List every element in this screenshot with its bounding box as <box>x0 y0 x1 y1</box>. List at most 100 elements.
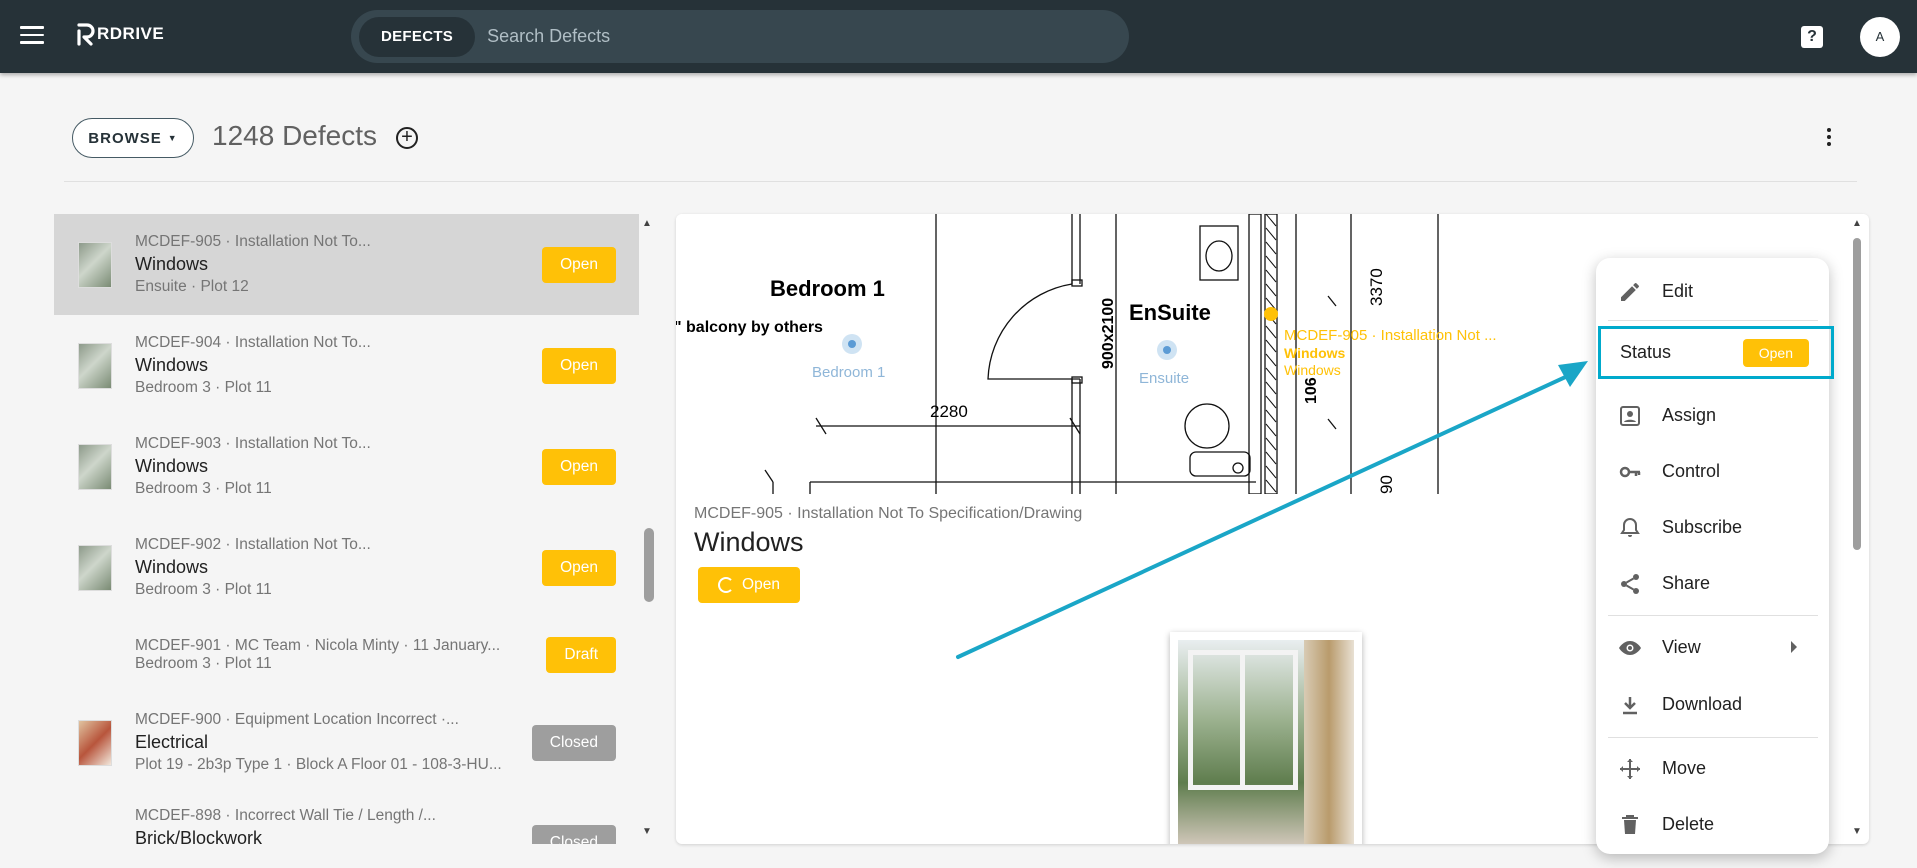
defect-thumbnail <box>78 719 112 766</box>
menu-label: View <box>1662 636 1701 657</box>
defect-pin-icon[interactable] <box>1264 307 1278 321</box>
download-icon <box>1623 697 1637 715</box>
plan-dimension: 2280 <box>930 402 968 421</box>
defect-count: 1248 Defects <box>212 120 377 151</box>
defect-location: Bedroom 3 · Plot 11 <box>135 655 272 672</box>
detail-status-button[interactable]: Open <box>698 567 800 603</box>
plan-dimension: 90 <box>1377 475 1396 494</box>
menu-item-move[interactable]: Move <box>1596 745 1829 791</box>
defect-ref: MCDEF-901 · MC Team · Nicola Minty · 11 … <box>135 637 501 654</box>
list-item[interactable]: MCDEF-904 · Installation Not To... Windo… <box>54 315 639 416</box>
defect-title: Electrical <box>135 732 209 752</box>
detail-title: Windows <box>694 527 804 557</box>
menu-divider <box>1608 737 1818 738</box>
avatar[interactable]: A <box>1860 17 1900 57</box>
defect-ref: MCDEF-902 · Installation Not To... <box>135 536 371 553</box>
menu-label: Move <box>1662 757 1707 778</box>
menu-divider <box>1608 320 1818 321</box>
defect-title: Windows <box>135 355 209 375</box>
list-item[interactable]: MCDEF-898 · Incorrect Wall Tie / Length … <box>54 793 639 844</box>
list-item[interactable]: MCDEF-903 · Installation Not To... Windo… <box>54 416 639 517</box>
menu-icon[interactable] <box>20 26 44 46</box>
menu-label: Assign <box>1662 404 1717 425</box>
list-scroll-down-icon[interactable]: ▼ <box>642 826 652 837</box>
browse-button[interactable]: BROWSE ▼ <box>72 118 194 158</box>
eye-icon <box>1619 641 1641 655</box>
defect-title: Brick/Blockwork <box>135 828 263 844</box>
defect-thumbnail <box>78 241 112 288</box>
menu-item-control[interactable]: Control <box>1596 448 1829 494</box>
menu-item-view[interactable]: View <box>1596 624 1829 670</box>
logo-text: RDRIVE <box>97 24 165 43</box>
detail-scroll-down-icon[interactable]: ▼ <box>1852 826 1862 837</box>
status-badge[interactable]: Open <box>1742 339 1809 367</box>
list-item[interactable]: MCDEF-902 · Installation Not To... Windo… <box>54 517 639 618</box>
more-options-icon[interactable] <box>1826 128 1832 148</box>
status-badge[interactable]: Open <box>542 448 616 485</box>
search-scope-chip[interactable]: DEFECTS <box>359 16 476 57</box>
menu-label: Status <box>1620 342 1672 362</box>
defect-photo[interactable] <box>1170 632 1362 844</box>
defect-location: Bedroom 3 · Plot 11 <box>135 379 272 396</box>
defect-thumbnail <box>78 544 112 591</box>
plan-dimension: 3370 <box>1367 268 1386 306</box>
status-badge[interactable]: Open <box>542 347 616 384</box>
status-badge[interactable]: Draft <box>546 637 616 673</box>
defect-pin-ref: MCDEF-905 · Installation Not ... <box>1284 327 1497 344</box>
status-badge[interactable]: Open <box>542 246 616 283</box>
toolbar-divider <box>64 181 1857 182</box>
app-logo[interactable]: RDRIVE <box>76 22 164 46</box>
detail-scrollbar[interactable] <box>1853 238 1861 550</box>
caret-down-icon: ▼ <box>167 133 178 143</box>
detail-ref: MCDEF-905 · Installation Not To Specific… <box>694 505 1083 522</box>
menu-item-download[interactable]: Download <box>1596 681 1829 727</box>
defect-title: Windows <box>135 456 209 476</box>
menu-item-assign[interactable]: Assign <box>1596 392 1829 438</box>
trash-icon <box>1622 815 1638 834</box>
defect-location: Bedroom 3 · Plot 11 <box>135 581 272 598</box>
key-icon <box>1619 466 1641 478</box>
defect-pin-sub: Windows <box>1284 362 1341 378</box>
defect-pin-title: Windows <box>1284 345 1346 361</box>
plan-room-label: Bedroom 1 <box>770 276 885 301</box>
menu-label: Edit <box>1662 280 1694 301</box>
help-icon[interactable]: ? <box>1801 26 1823 48</box>
defect-thumbnail <box>78 342 112 389</box>
list-item[interactable]: MCDEF-901 · MC Team · Nicola Minty · 11 … <box>54 618 639 692</box>
menu-label: Download <box>1662 693 1743 714</box>
menu-item-share[interactable]: Share <box>1596 560 1829 606</box>
status-badge[interactable]: Open <box>542 549 616 586</box>
menu-label: Share <box>1662 572 1711 593</box>
status-open-icon <box>718 577 735 593</box>
list-item[interactable]: MCDEF-905 · Installation Not To... Windo… <box>54 214 639 315</box>
status-badge[interactable]: Closed <box>531 825 616 844</box>
defect-thumbnail <box>78 443 112 490</box>
list-scrollbar[interactable] <box>644 528 654 602</box>
plan-dimension: 900x2100 <box>1100 298 1117 369</box>
share-icon <box>1621 574 1639 594</box>
detail-scroll-up-icon[interactable]: ▲ <box>1852 218 1862 229</box>
plan-dimension: 106 <box>1303 377 1320 404</box>
menu-item-delete[interactable]: Delete <box>1596 801 1829 847</box>
menu-item-edit[interactable]: Edit <box>1596 268 1829 314</box>
menu-label: Subscribe <box>1662 516 1743 537</box>
logo-mark-icon <box>77 23 95 46</box>
defect-location: Bedroom 3 · Plot 11 <box>135 480 272 497</box>
plan-room-label: EnSuite <box>1129 300 1211 325</box>
search-bar: DEFECTS <box>351 10 1129 63</box>
list-scroll-up-icon[interactable]: ▲ <box>642 218 652 229</box>
menu-item-subscribe[interactable]: Subscribe <box>1596 504 1829 550</box>
defect-ref: MCDEF-905 · Installation Not To... <box>135 233 371 250</box>
detail-status-label: Open <box>742 576 780 593</box>
top-app-bar: RDRIVE DEFECTS ? A <box>0 0 1917 73</box>
search-input[interactable] <box>487 26 988 47</box>
menu-label: Control <box>1662 460 1721 481</box>
browse-label: BROWSE <box>88 129 162 147</box>
assign-icon <box>1620 406 1640 426</box>
status-badge[interactable]: Closed <box>531 724 616 761</box>
menu-item-status[interactable]: Status Open <box>1598 326 1834 379</box>
pin-label: Bedroom 1 <box>812 364 885 381</box>
menu-divider <box>1608 615 1818 616</box>
add-defect-icon[interactable]: + <box>396 127 418 149</box>
list-item[interactable]: MCDEF-900 · Equipment Location Incorrect… <box>54 692 639 793</box>
